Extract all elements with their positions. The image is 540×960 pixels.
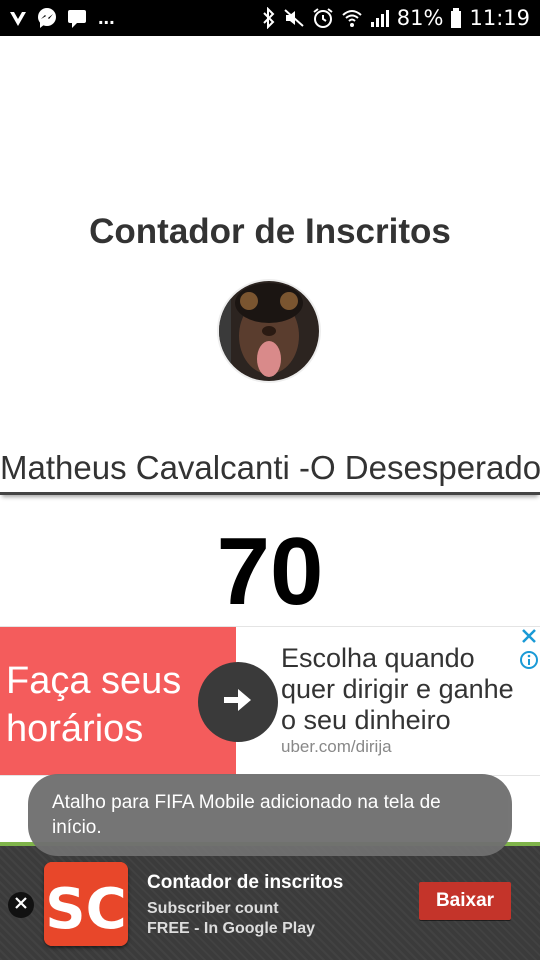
promo-app-name: Contador de inscritos	[147, 872, 344, 893]
toast-message: Atalho para FIFA Mobile adicionado na te…	[28, 774, 512, 856]
page-title: Contador de Inscritos	[89, 212, 451, 251]
clock: 11:19	[469, 6, 530, 30]
mute-icon	[283, 7, 305, 29]
chat-icon	[66, 7, 88, 29]
subscriber-count: 70	[216, 518, 324, 625]
ad-arrow-button[interactable]	[198, 662, 278, 742]
bluetooth-icon	[262, 7, 276, 29]
app-icon[interactable]: SC	[44, 862, 128, 946]
messenger-icon	[36, 7, 58, 29]
ad-body-text: Escolha quando quer dirigir e ganhe o se…	[281, 643, 514, 735]
ad-banner[interactable]: Faça seus horários Escolha quando quer d…	[0, 626, 540, 776]
promo-close-button[interactable]	[8, 892, 34, 918]
more-notifications-indicator: ...	[98, 6, 115, 29]
alarm-icon	[312, 7, 334, 29]
battery-icon	[450, 7, 462, 29]
close-icon	[14, 896, 28, 915]
promo-store-line: FREE - In Google Play	[147, 920, 316, 937]
close-icon	[521, 628, 537, 649]
ad-close-button[interactable]	[518, 627, 540, 649]
app-icon-letters: SC	[45, 877, 126, 942]
wifi-icon	[341, 7, 363, 29]
ad-url[interactable]: uber.com/dirija	[281, 737, 392, 757]
signal-icon	[370, 8, 390, 28]
download-button[interactable]: Baixar	[419, 882, 511, 920]
battery-percent: 81%	[396, 6, 444, 30]
app-promo-banner[interactable]: SC Contador de inscritos Subscriber coun…	[0, 842, 540, 960]
channel-name: Matheus Cavalcanti -O Desesperado	[0, 446, 540, 495]
ad-headline: Faça seus horários	[6, 660, 182, 750]
promo-subtitle: Subscriber count	[147, 900, 279, 917]
arrow-right-icon	[222, 686, 254, 719]
status-bar: ... 81% 11:19	[0, 0, 540, 36]
channel-avatar	[219, 281, 319, 381]
info-icon	[519, 650, 539, 675]
ad-info-button[interactable]	[518, 650, 540, 675]
clash-notification-icon	[8, 8, 28, 28]
